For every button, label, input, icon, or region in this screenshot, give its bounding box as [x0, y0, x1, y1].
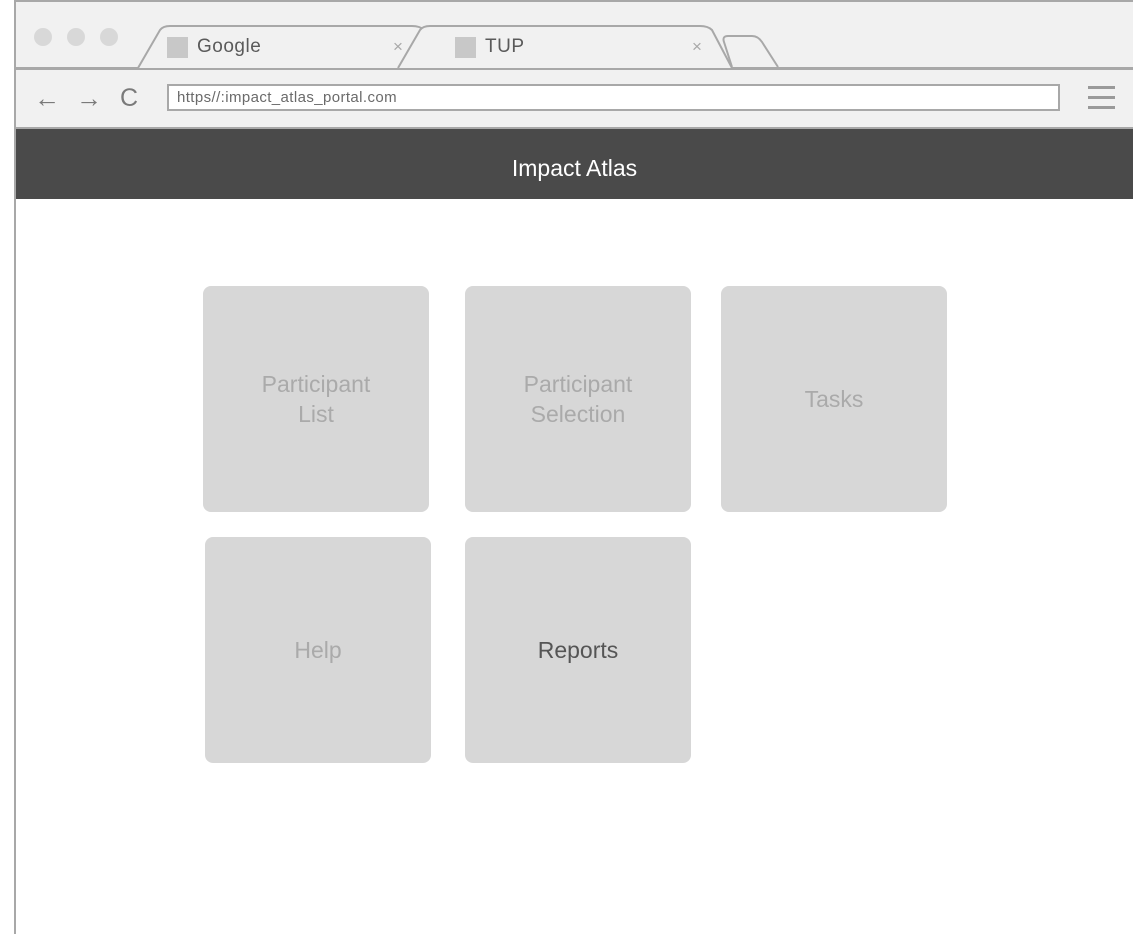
app-header: Impact Atlas [16, 129, 1133, 199]
address-bar[interactable]: https//:impact_atlas_portal.com [167, 84, 1060, 111]
forward-arrow-icon[interactable]: → [76, 85, 102, 111]
tile-reports[interactable]: Reports [465, 537, 691, 763]
back-arrow-icon[interactable]: ← [34, 85, 60, 111]
tab-label: TUP [485, 36, 525, 57]
page-title: Impact Atlas [511, 155, 638, 181]
close-icon[interactable]: × [692, 37, 702, 57]
tile-help[interactable]: Help [205, 537, 431, 763]
favicon-icon [167, 37, 188, 58]
tile-participant-selection[interactable]: Participant Selection [465, 286, 691, 512]
tile-participant-list[interactable]: Participant List [203, 286, 429, 512]
tab-label: Google [197, 36, 262, 57]
tab-strip [16, 25, 1133, 69]
favicon-icon [455, 37, 476, 58]
hamburger-menu-icon[interactable] [1088, 85, 1115, 111]
reload-icon[interactable]: C [120, 85, 138, 111]
tile-tasks[interactable]: Tasks [721, 286, 947, 512]
close-icon[interactable]: × [393, 37, 403, 57]
